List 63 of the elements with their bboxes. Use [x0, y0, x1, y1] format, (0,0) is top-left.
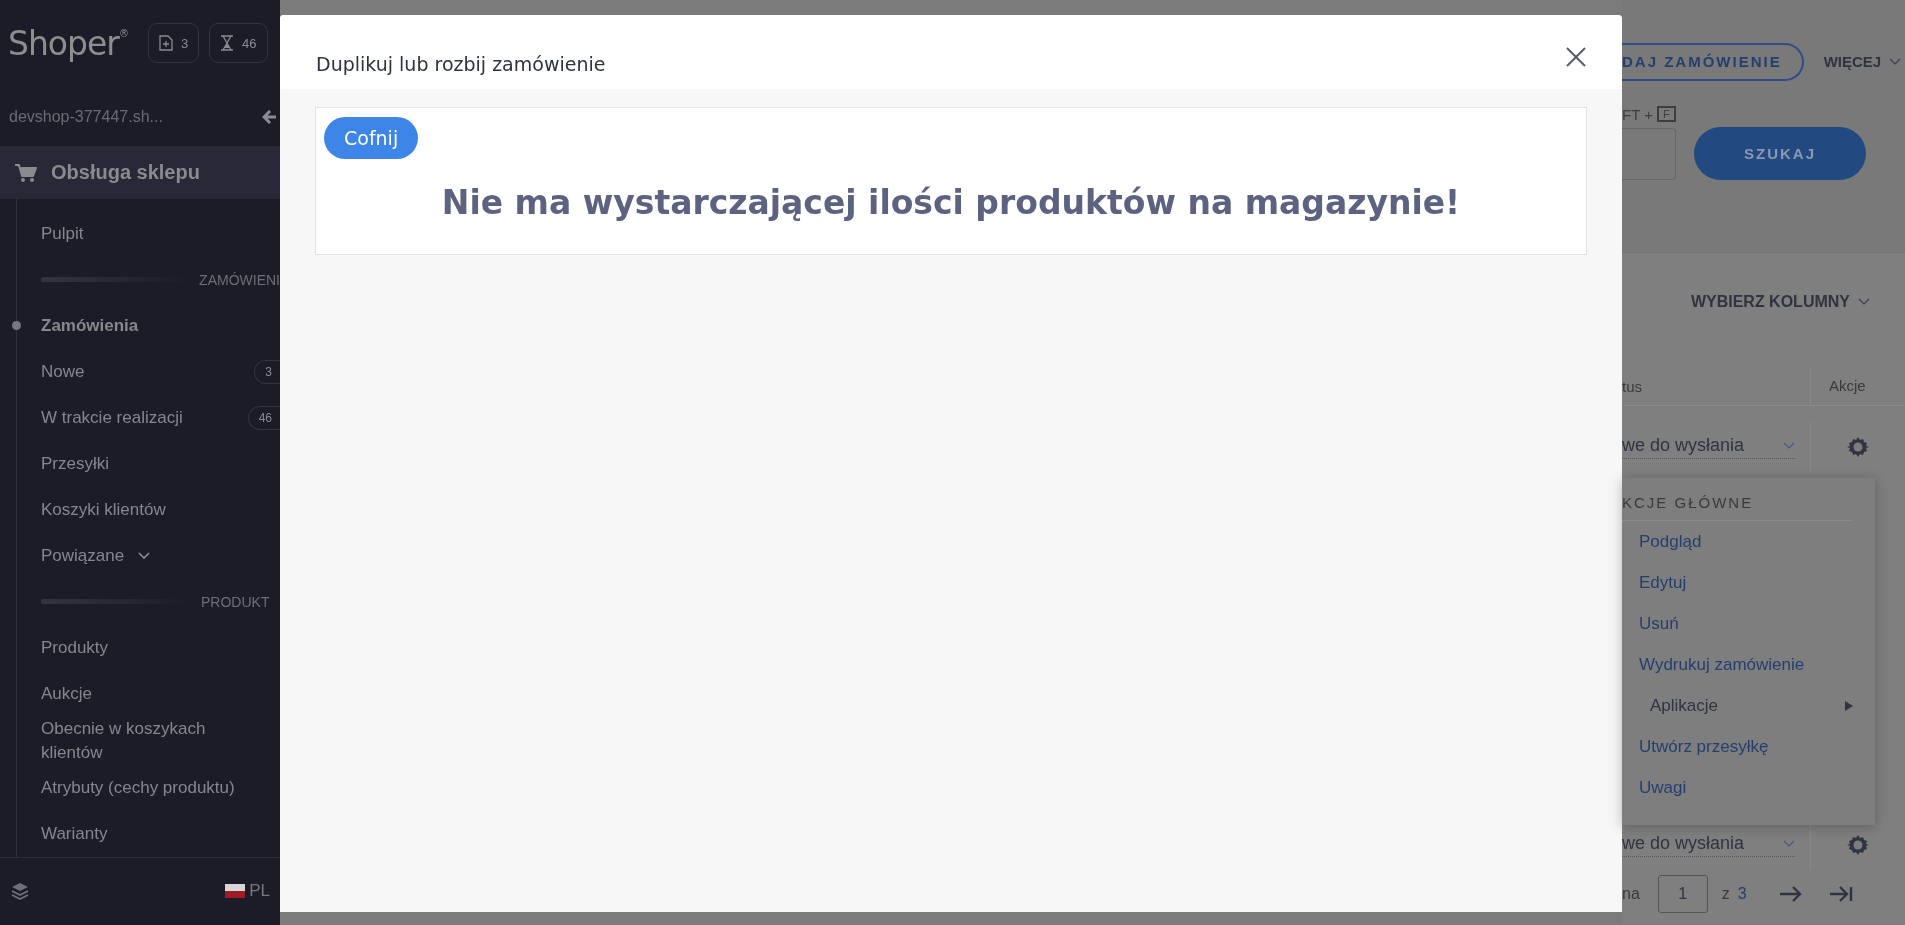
nav-link[interactable]: Warianty [41, 821, 108, 846]
flag-icon [225, 884, 246, 899]
collapse-arrow-icon[interactable] [262, 109, 278, 124]
page-field[interactable]: 1 [1657, 875, 1708, 913]
next-arrow-icon[interactable] [1778, 886, 1803, 902]
nav-link[interactable]: Produkty [41, 635, 109, 660]
nav-link[interactable]: Zamówienia [41, 313, 139, 338]
add-order-button[interactable]: DAJ ZAMÓWIENIE [1622, 42, 1804, 81]
status-select[interactable]: we do wysłania [1622, 833, 1795, 857]
nav-link[interactable]: Pulpit [41, 221, 84, 246]
more-menu-button[interactable]: WIĘCEJ [1823, 53, 1902, 70]
status-select[interactable]: we do wysłania [1622, 435, 1795, 459]
language-selector[interactable]: PL [225, 881, 270, 902]
logo[interactable]: Shoper$^{®}$ [8, 23, 128, 63]
counter-button[interactable]: 3 [147, 23, 200, 64]
menu-heading: KCJE GŁÓWNE [1622, 494, 1852, 521]
settings-icon[interactable] [1846, 435, 1870, 459]
shortcut-hint: FT + [1622, 105, 1653, 123]
submenu-item[interactable]: Aplikacje [1622, 685, 1875, 726]
layers-icon[interactable] [10, 881, 30, 902]
menu-item[interactable]: Usuń [1622, 603, 1875, 644]
last-page-icon[interactable] [1828, 886, 1853, 902]
section-label: ZAMÓWIENI [199, 271, 280, 288]
document-plus-icon [158, 35, 173, 52]
hourglass-icon [220, 35, 235, 52]
section-label: PRODUKT [201, 593, 270, 610]
search-button[interactable]: SZUKAJ [1694, 127, 1866, 180]
modal-title: Duplikuj lub rozbij zamówienie [316, 53, 606, 75]
section-header[interactable]: Obsługa sklepu [0, 146, 280, 199]
menu-item[interactable]: Wydrukuj zamówienie [1622, 644, 1875, 685]
nav-link[interactable]: Atrybuty (cechy produktu) [41, 775, 235, 800]
cart-icon [15, 162, 37, 183]
back-button[interactable]: Cofnij [324, 117, 419, 159]
menu-item[interactable]: Utwórz przesyłkę [1622, 726, 1875, 767]
menu-item[interactable]: Edytuj [1622, 562, 1875, 603]
nav-link[interactable]: Powiązane [41, 543, 125, 568]
shop-name[interactable]: devshop-377447.sh... [9, 107, 163, 126]
chevron-down-icon [1783, 441, 1795, 450]
nav-link[interactable]: Aukcje [41, 681, 93, 706]
total-pages-link[interactable]: 3 [1737, 885, 1747, 903]
column-header: tus [1622, 377, 1643, 395]
nav-link[interactable]: Nowe [41, 359, 85, 384]
page-of-label: z [1721, 885, 1730, 903]
triangle-right-icon [1845, 700, 1853, 711]
nav-link[interactable]: Obecnie w koszykach klientów [41, 716, 261, 765]
close-icon[interactable] [1566, 47, 1586, 67]
chevron-down-icon [1783, 839, 1795, 848]
nav-link[interactable]: Koszyki klientów [41, 497, 166, 522]
search-field[interactable] [1622, 127, 1676, 180]
page-label: na [1622, 885, 1640, 903]
column-header: Akcje [1810, 367, 1866, 405]
menu-item[interactable]: Uwagi [1622, 767, 1875, 808]
settings-icon[interactable] [1846, 833, 1870, 857]
nav-link[interactable]: W trakcie realizacji [41, 405, 183, 430]
counter-button[interactable]: 46 [209, 23, 268, 64]
chevron-down-icon[interactable] [138, 551, 151, 560]
error-message: Nie ma wystarczającej ilości produktów na magazynie! [440, 183, 1462, 222]
key-hint: F [1657, 106, 1676, 122]
columns-button[interactable]: WYBIERZ KOLUMNY [1690, 293, 1870, 311]
chevron-down-icon [1858, 298, 1870, 306]
menu-item[interactable]: Podgląd [1622, 521, 1875, 562]
chevron-down-icon [1889, 57, 1902, 66]
nav-link[interactable]: Przesyłki [41, 451, 109, 476]
